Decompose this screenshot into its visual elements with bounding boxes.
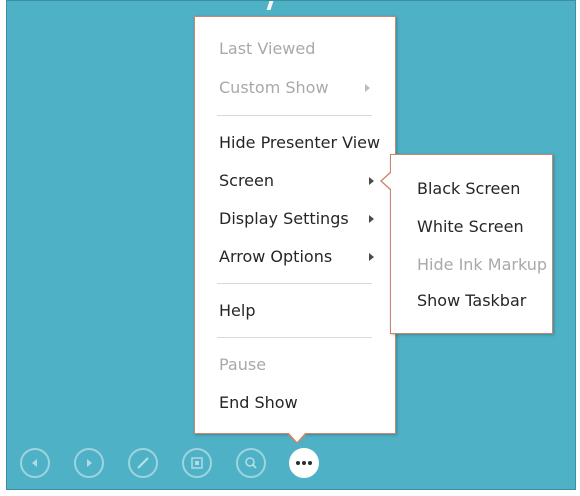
previous-icon <box>32 459 37 467</box>
menu-separator <box>217 115 372 116</box>
more-options-button[interactable] <box>289 448 319 478</box>
submenu-item-label: White Screen <box>417 217 524 236</box>
menu-item-label: End Show <box>219 393 298 412</box>
screen-submenu: Black Screen White Screen Hide Ink Marku… <box>390 154 553 334</box>
submenu-pointer-fill <box>382 172 392 190</box>
menu-item-hide-presenter-view[interactable]: Hide Presenter View <box>219 131 387 155</box>
menu-item-label: Arrow Options <box>219 247 333 266</box>
submenu-item-show-taskbar[interactable]: Show Taskbar <box>417 289 544 313</box>
submenu-item-label: Hide Ink Markup <box>417 255 548 274</box>
menu-item-end-show[interactable]: End Show <box>219 391 387 415</box>
slide-content-fragment <box>266 1 274 10</box>
menu-item-label: Last Viewed <box>219 39 316 58</box>
submenu-item-black-screen[interactable]: Black Screen <box>417 177 544 201</box>
submenu-item-label: Show Taskbar <box>417 291 527 310</box>
submenu-arrow-icon <box>365 84 370 92</box>
menu-item-label: Pause <box>219 355 267 374</box>
next-icon <box>87 459 92 467</box>
menu-item-help[interactable]: Help <box>219 299 387 323</box>
menu-item-display-settings[interactable]: Display Settings <box>219 207 387 231</box>
submenu-arrow-icon <box>369 215 374 223</box>
next-button[interactable] <box>74 448 104 478</box>
submenu-arrow-icon <box>369 253 374 261</box>
see-all-slides-icon <box>191 457 203 469</box>
menu-item-label: Hide Presenter View <box>219 133 381 152</box>
menu-item-label: Help <box>219 301 256 320</box>
zoom-icon <box>245 457 257 469</box>
menu-item-label: Custom Show <box>219 78 329 97</box>
pen-icon <box>137 457 149 469</box>
menu-item-custom-show[interactable]: Custom Show <box>219 76 387 100</box>
see-all-slides-button[interactable] <box>182 448 212 478</box>
menu-item-pause[interactable]: Pause <box>219 353 387 377</box>
slideshow-options-menu: Last Viewed Custom Show Hide Presenter V… <box>194 16 396 434</box>
submenu-item-label: Black Screen <box>417 179 521 198</box>
menu-item-arrow-options[interactable]: Arrow Options <box>219 245 387 269</box>
zoom-button[interactable] <box>236 448 266 478</box>
submenu-arrow-icon <box>369 177 374 185</box>
menu-item-label: Screen <box>219 171 275 190</box>
menu-item-last-viewed[interactable]: Last Viewed <box>219 37 387 61</box>
previous-button[interactable] <box>20 448 50 478</box>
pen-button[interactable] <box>128 448 158 478</box>
submenu-item-hide-ink-markup[interactable]: Hide Ink Markup <box>417 253 548 277</box>
menu-pointer-fill <box>288 432 306 442</box>
menu-separator <box>217 283 372 284</box>
menu-separator <box>217 337 372 338</box>
more-options-icon <box>296 461 312 465</box>
menu-item-label: Display Settings <box>219 209 349 228</box>
submenu-item-white-screen[interactable]: White Screen <box>417 215 544 239</box>
menu-item-screen[interactable]: Screen <box>219 169 387 193</box>
